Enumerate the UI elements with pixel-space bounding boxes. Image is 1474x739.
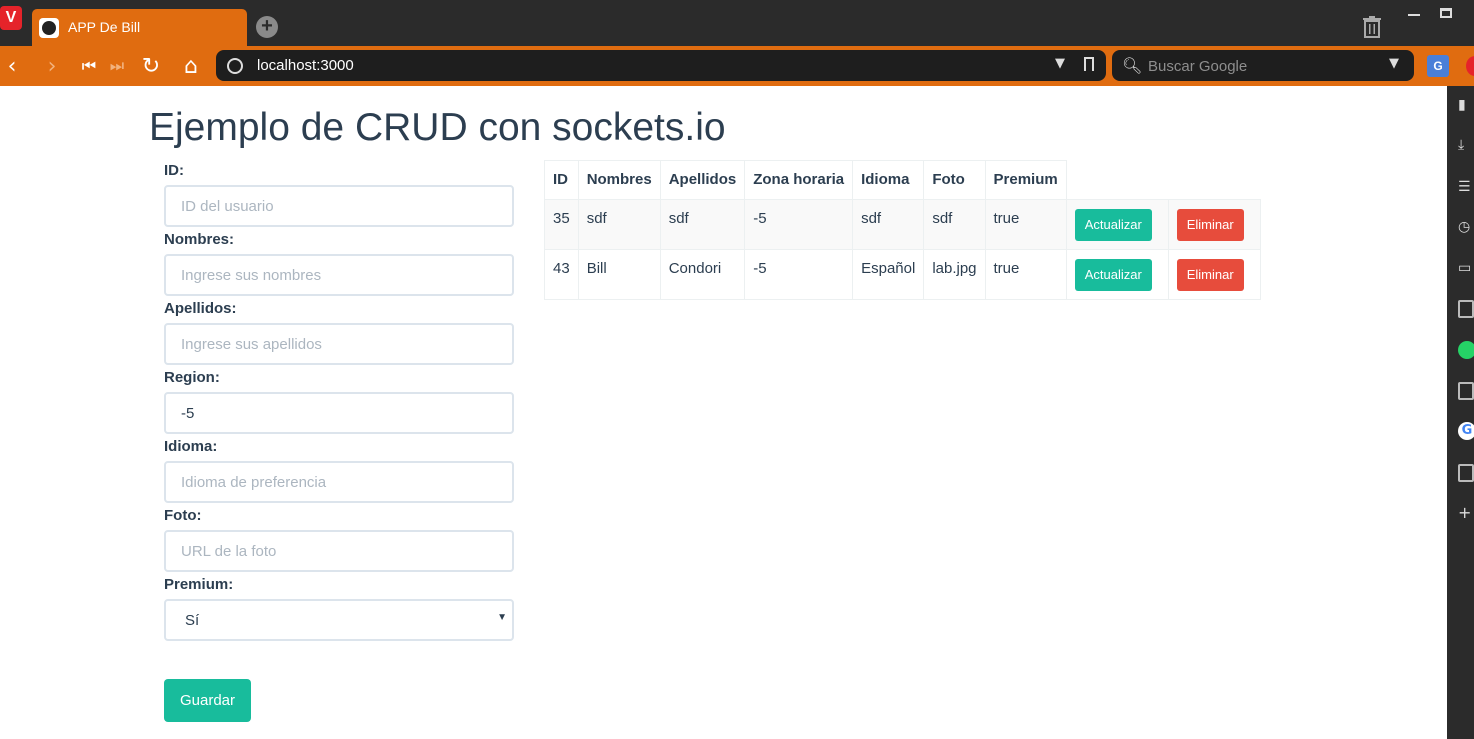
id-label: ID:	[164, 162, 184, 179]
web-panel-page-icon[interactable]	[1458, 382, 1474, 400]
column-header: Foto	[923, 160, 986, 200]
favicon-icon	[39, 18, 59, 38]
translate-icon[interactable]: G	[1427, 55, 1449, 77]
table-row: 35 sdf sdf -5 sdf sdf true Actualizar El…	[544, 199, 1261, 250]
cell-idioma: Español	[852, 249, 925, 300]
history-panel-icon[interactable]: ◷	[1458, 218, 1474, 236]
tab-active[interactable]: APP De Bill	[32, 9, 247, 46]
fast-forward-icon[interactable]: ⏭	[108, 46, 126, 86]
cell-delete: Eliminar	[1167, 199, 1261, 250]
cell-apellidos: Condori	[659, 249, 746, 300]
web-panel-page-icon[interactable]	[1458, 300, 1474, 318]
table-header-row: ID Nombres Apellidos Zona horaria Idioma…	[544, 160, 1261, 200]
back-icon[interactable]: ‹	[0, 46, 24, 86]
region-label: Region:	[164, 369, 220, 386]
update-button[interactable]: Actualizar	[1074, 209, 1152, 241]
minimize-button[interactable]	[1408, 14, 1420, 16]
rewind-icon[interactable]: ⏮	[80, 46, 98, 86]
delete-button[interactable]: Eliminar	[1176, 209, 1244, 241]
new-tab-button[interactable]: +	[256, 16, 278, 38]
nombres-input[interactable]	[164, 254, 514, 296]
address-bar: ‹ › ⏮ ⏭ ↻ ⌂ localhost:3000 ▼ 🔍︎ Buscar G…	[0, 46, 1474, 86]
bookmarks-panel-icon[interactable]: ▮	[1458, 96, 1474, 114]
users-table: ID Nombres Apellidos Zona horaria Idioma…	[544, 160, 1261, 300]
nombres-label: Nombres:	[164, 231, 235, 248]
cell-delete: Eliminar	[1167, 249, 1261, 300]
region-input[interactable]	[164, 392, 514, 434]
add-panel-icon[interactable]: +	[1458, 504, 1474, 522]
idioma-label: Idioma:	[164, 438, 218, 455]
tab-bar: V APP De Bill +	[0, 0, 1474, 46]
window-panel-icon[interactable]: ▭	[1458, 259, 1474, 277]
forward-icon[interactable]: ›	[40, 46, 64, 86]
apellidos-label: Apellidos:	[164, 300, 237, 317]
save-button[interactable]: Guardar	[164, 679, 251, 722]
cell-foto: lab.jpg	[923, 249, 986, 300]
delete-button[interactable]: Eliminar	[1176, 259, 1244, 291]
cell-id: 35	[544, 199, 579, 250]
cell-foto: sdf	[923, 199, 986, 250]
cell-nombres: Bill	[577, 249, 661, 300]
trash-icon[interactable]	[1363, 16, 1381, 38]
web-panel-page-icon[interactable]	[1458, 464, 1474, 482]
cell-zona: -5	[744, 199, 854, 250]
foto-input[interactable]	[164, 530, 514, 572]
url-field[interactable]: localhost:3000 ▼	[216, 50, 1106, 81]
column-header: Zona horaria	[744, 160, 854, 200]
id-input[interactable]	[164, 185, 514, 227]
maximize-button[interactable]	[1440, 8, 1452, 18]
notes-panel-icon[interactable]: ☰	[1458, 178, 1474, 196]
column-header: Idioma	[852, 160, 925, 200]
downloads-panel-icon[interactable]: ⤓	[1458, 136, 1474, 154]
search-placeholder: Buscar Google	[1148, 58, 1248, 75]
premium-label: Premium:	[164, 576, 234, 593]
cell-idioma: sdf	[852, 199, 925, 250]
reload-icon[interactable]: ↻	[138, 46, 164, 86]
idioma-input[interactable]	[164, 461, 514, 503]
url-text: localhost:3000	[257, 57, 354, 74]
page-title: Ejemplo de CRUD con sockets.io	[149, 106, 726, 149]
side-panel: ▮ ⤓ ☰ ◷ ▭ G +	[1447, 86, 1474, 739]
user-form: ID: Nombres: Apellidos: Region: Idioma: …	[164, 160, 514, 641]
extension-icon[interactable]	[1466, 56, 1474, 76]
column-header: ID	[544, 160, 579, 200]
chevron-down-icon: ▼	[497, 612, 507, 623]
home-icon[interactable]: ⌂	[178, 46, 204, 86]
cell-nombres: sdf	[577, 199, 661, 250]
vivaldi-menu-icon[interactable]: V	[0, 6, 22, 30]
update-button[interactable]: Actualizar	[1074, 259, 1152, 291]
google-icon[interactable]: G	[1458, 422, 1474, 440]
cell-update: Actualizar	[1065, 199, 1169, 250]
column-header: Premium	[984, 160, 1067, 200]
page-content: Ejemplo de CRUD con sockets.io ID: Nombr…	[0, 86, 1447, 739]
cell-premium: true	[984, 199, 1067, 250]
bookmark-icon[interactable]	[1084, 57, 1094, 71]
apellidos-input[interactable]	[164, 323, 514, 365]
search-engine-dropdown-icon[interactable]: ▼	[1389, 56, 1399, 71]
foto-label: Foto:	[164, 507, 202, 524]
url-dropdown-icon[interactable]: ▼	[1055, 56, 1065, 71]
table-row: 43 Bill Condori -5 Español lab.jpg true …	[544, 249, 1261, 300]
cell-zona: -5	[744, 249, 854, 300]
whatsapp-icon[interactable]	[1458, 341, 1474, 359]
cell-apellidos: sdf	[659, 199, 746, 250]
column-header: Apellidos	[659, 160, 746, 200]
premium-select[interactable]: Sí ▼	[164, 599, 514, 641]
cell-premium: true	[984, 249, 1067, 300]
premium-selected-value: Sí	[185, 612, 200, 629]
tab-title: APP De Bill	[68, 19, 141, 35]
cell-update: Actualizar	[1065, 249, 1169, 300]
search-field[interactable]: 🔍︎ Buscar Google ▼	[1112, 50, 1414, 81]
column-header-update	[1066, 160, 1169, 200]
search-icon: 🔍︎	[1122, 56, 1143, 75]
column-header: Nombres	[577, 160, 661, 200]
site-info-icon[interactable]	[227, 58, 243, 74]
cell-id: 43	[544, 249, 579, 300]
column-header-delete	[1168, 160, 1261, 200]
